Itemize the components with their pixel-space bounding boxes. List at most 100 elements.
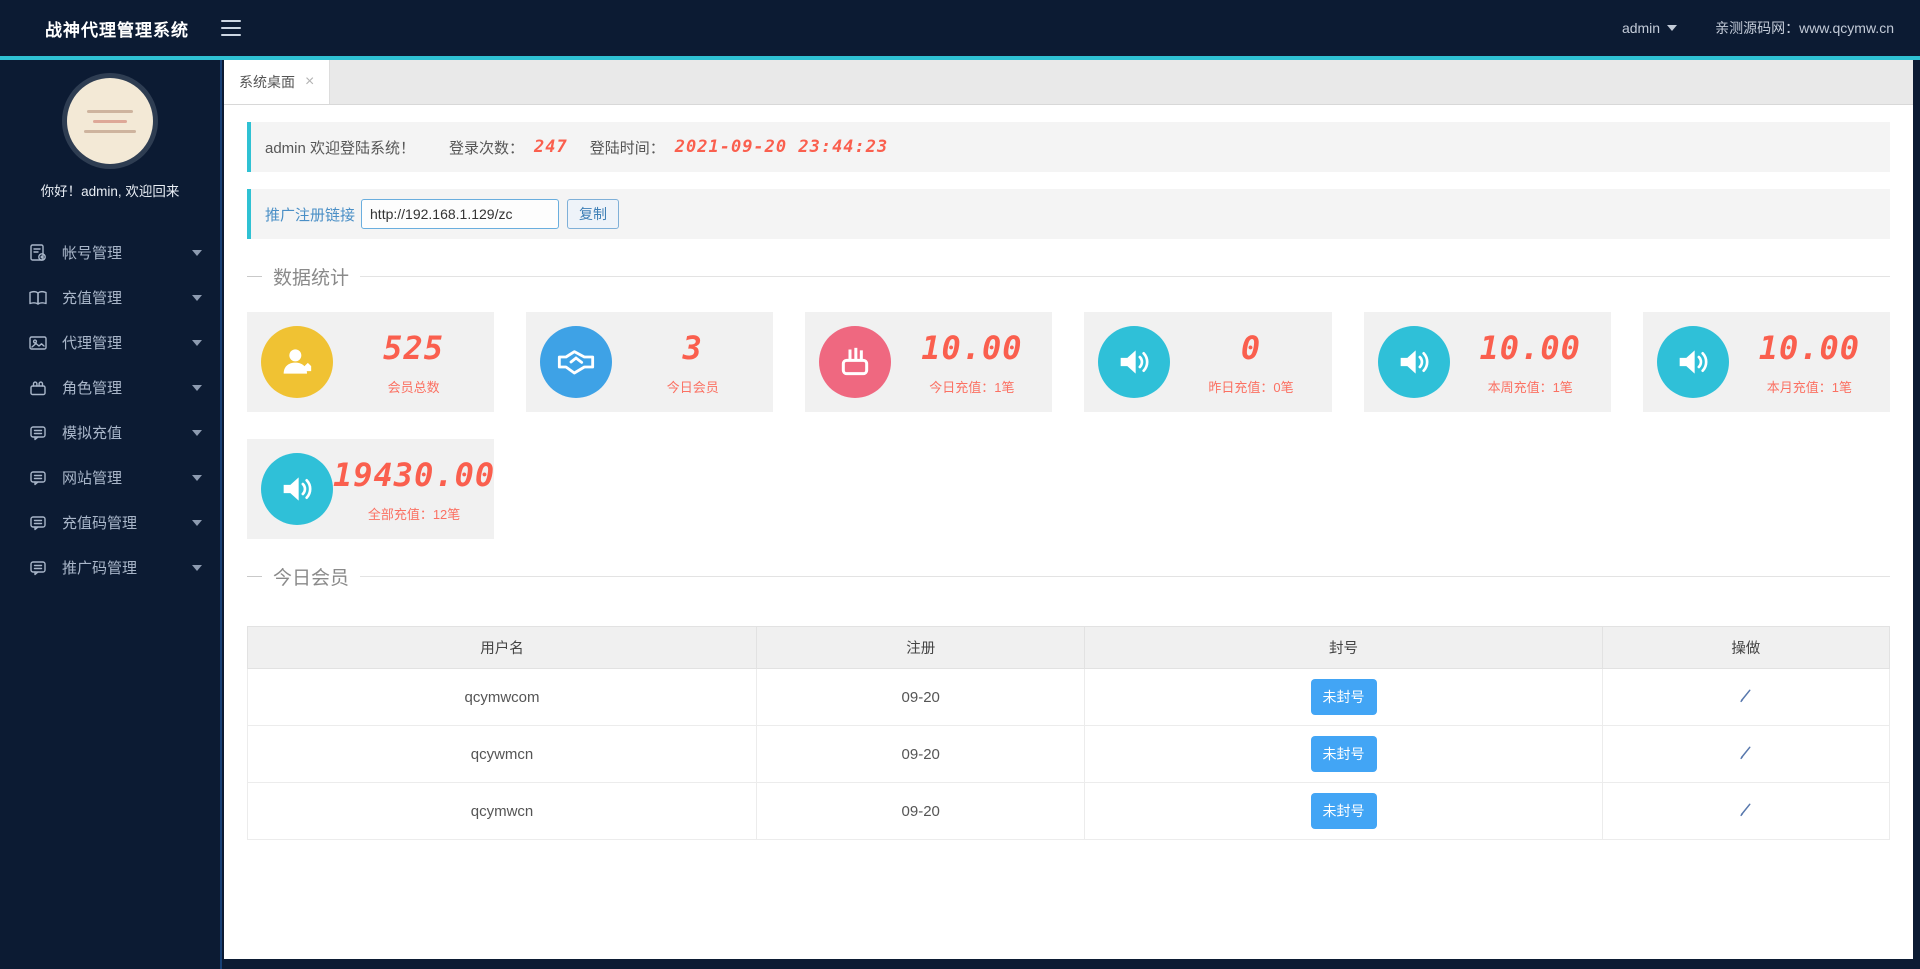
login-time-value: 2021-09-20 23:44:23 bbox=[674, 137, 889, 157]
column-header-username: 用户名 bbox=[246, 626, 758, 669]
cell-registered: 09-20 bbox=[756, 668, 1086, 726]
stat-cards: 525 会员总数 3 今日会员 10.00 今日充值：1笔 0 昨日充值：0笔 … bbox=[247, 312, 1890, 539]
sidebar-item-account-management[interactable]: 帐号管理 bbox=[0, 230, 220, 275]
chevron-down-icon bbox=[192, 429, 202, 436]
sidebar-item-label: 网站管理 bbox=[62, 470, 123, 487]
stat-label: 今日会员 bbox=[666, 379, 719, 395]
user-dropdown[interactable]: admin bbox=[1622, 20, 1678, 36]
top-header: 战神代理管理系统 admin 亲测源码网：www.qcymw.cn bbox=[0, 0, 1920, 60]
ban-status-button[interactable]: 未封号 bbox=[1310, 736, 1377, 772]
ban-status-button[interactable]: 未封号 bbox=[1310, 679, 1377, 715]
stat-value: 19430.00 bbox=[333, 455, 496, 494]
cell-registered: 09-20 bbox=[756, 725, 1086, 783]
chevron-down-icon bbox=[192, 339, 202, 346]
table-row: qcywmcn 09-20 未封号 bbox=[246, 725, 1891, 783]
stat-label: 本周充值：1笔 bbox=[1487, 379, 1573, 395]
stat-card-month-recharge: 10.00 本月充值：1笔 bbox=[1642, 312, 1890, 412]
chat-bubble-icon bbox=[27, 512, 49, 534]
speaker-icon bbox=[1098, 326, 1171, 398]
promo-link-input[interactable] bbox=[361, 199, 560, 229]
section-title: 今日会员 bbox=[273, 568, 350, 589]
table-header-row: 用户名 注册 封号 操做 bbox=[246, 626, 1891, 669]
basket-icon bbox=[27, 377, 49, 399]
chat-bubble-icon bbox=[27, 467, 49, 489]
stat-label: 本月充值：1笔 bbox=[1766, 379, 1852, 395]
stat-value: 3 bbox=[682, 328, 703, 367]
sidebar-item-recharge-management[interactable]: 充值管理 bbox=[0, 275, 220, 320]
chevron-down-icon bbox=[192, 294, 202, 301]
account-file-icon bbox=[27, 242, 49, 264]
edit-pencil-icon[interactable] bbox=[1737, 744, 1754, 765]
stat-label: 全部充值：12笔 bbox=[367, 506, 461, 522]
avatar bbox=[67, 78, 153, 164]
sidebar-item-recharge-code-management[interactable]: 充值码管理 bbox=[0, 500, 220, 545]
edit-pencil-icon[interactable] bbox=[1737, 801, 1754, 822]
table-row: qcymwcom 09-20 未封号 bbox=[246, 668, 1891, 726]
section-title: 数据统计 bbox=[273, 268, 350, 289]
login-count-value: 247 bbox=[534, 137, 568, 157]
chevron-down-icon bbox=[1667, 25, 1678, 31]
tab-system-desktop[interactable]: 系统桌面 × bbox=[224, 60, 331, 104]
cell-username: qcywmcn bbox=[246, 725, 758, 783]
sidebar-item-label: 充值码管理 bbox=[62, 515, 138, 532]
section-dash bbox=[247, 576, 262, 577]
ban-status-button[interactable]: 未封号 bbox=[1310, 793, 1377, 829]
stat-card-today-members: 3 今日会员 bbox=[526, 312, 774, 412]
hamburger-menu-icon[interactable] bbox=[221, 20, 241, 36]
close-icon[interactable]: × bbox=[305, 74, 314, 90]
open-book-icon bbox=[27, 287, 49, 309]
stat-value: 10.00 bbox=[1758, 328, 1861, 367]
stat-card-total-recharge: 19430.00 全部充值：12笔 bbox=[247, 439, 496, 539]
sidebar-menu: 帐号管理 充值管理 代理管理 角色管理 模拟充值 网站管理 充值码管理 推广码管… bbox=[0, 230, 220, 590]
chat-bubble-icon bbox=[27, 422, 49, 444]
stat-card-total-members: 525 会员总数 bbox=[247, 312, 495, 412]
chat-bubble-icon bbox=[27, 557, 49, 579]
handshake-icon bbox=[540, 326, 613, 398]
sidebar-item-label: 推广码管理 bbox=[62, 560, 138, 577]
login-time-label: 登陆时间： bbox=[589, 139, 665, 157]
edit-pencil-icon[interactable] bbox=[1737, 687, 1754, 708]
promo-link-label: 推广注册链接 bbox=[265, 206, 356, 224]
stat-value: 10.00 bbox=[921, 328, 1023, 367]
cell-registered: 09-20 bbox=[756, 782, 1086, 840]
chevron-down-icon bbox=[192, 519, 202, 526]
stat-label: 昨日充值：0笔 bbox=[1208, 379, 1294, 395]
sidebar-item-label: 帐号管理 bbox=[62, 245, 123, 262]
stats-section-header: 数据统计 bbox=[247, 263, 1890, 290]
sidebar-item-website-management[interactable]: 网站管理 bbox=[0, 455, 220, 500]
stat-card-week-recharge: 10.00 本周充值：1笔 bbox=[1363, 312, 1611, 412]
chevron-down-icon bbox=[192, 564, 202, 571]
login-count-label: 登录次数： bbox=[449, 139, 525, 157]
basket-icon bbox=[819, 326, 892, 398]
chevron-down-icon bbox=[192, 384, 202, 391]
promo-banner: 推广注册链接 复制 bbox=[247, 189, 1890, 239]
sidebar-item-label: 模拟充值 bbox=[62, 425, 123, 442]
stat-value: 525 bbox=[383, 328, 444, 367]
app-title: 战神代理管理系统 bbox=[45, 20, 189, 40]
column-header-registered: 注册 bbox=[756, 626, 1086, 669]
copy-button[interactable]: 复制 bbox=[567, 199, 620, 229]
stat-value: 0 bbox=[1240, 328, 1262, 367]
greeting-text: 你好！admin, 欢迎回来 bbox=[40, 184, 180, 199]
stat-label: 会员总数 bbox=[387, 379, 440, 395]
stat-card-today-recharge: 10.00 今日充值：1笔 bbox=[805, 312, 1053, 412]
tab-label: 系统桌面 bbox=[239, 74, 295, 90]
sidebar-item-label: 角色管理 bbox=[62, 380, 123, 397]
site-note: 亲测源码网：www.qcymw.cn bbox=[1715, 20, 1894, 36]
members-table: 用户名 注册 封号 操做 qcymwcom 09-20 未封号 qcywmcn … bbox=[246, 626, 1891, 840]
sidebar-item-promo-code-management[interactable]: 推广码管理 bbox=[0, 545, 220, 590]
welcome-message: admin 欢迎登陆系统！ bbox=[265, 139, 416, 157]
sidebar: 你好！admin, 欢迎回来 帐号管理 充值管理 代理管理 角色管理 模拟充值 … bbox=[0, 60, 222, 969]
cell-username: qcymwcn bbox=[246, 782, 758, 840]
sidebar-item-role-management[interactable]: 角色管理 bbox=[0, 365, 220, 410]
welcome-banner: admin 欢迎登陆系统！ 登录次数： 247 登陆时间： 2021-09-20… bbox=[247, 122, 1890, 172]
users-icon bbox=[261, 326, 333, 398]
sidebar-item-agent-management[interactable]: 代理管理 bbox=[0, 320, 220, 365]
sidebar-item-simulated-recharge[interactable]: 模拟充值 bbox=[0, 410, 220, 455]
section-rule bbox=[360, 576, 1890, 577]
image-icon bbox=[27, 332, 49, 354]
sidebar-item-label: 代理管理 bbox=[62, 335, 123, 352]
sidebar-item-label: 充值管理 bbox=[62, 290, 123, 307]
main-area: 系统桌面 × admin 欢迎登陆系统！ 登录次数： 247 登陆时间： 202… bbox=[224, 60, 1913, 959]
members-section-header: 今日会员 bbox=[247, 563, 1890, 590]
